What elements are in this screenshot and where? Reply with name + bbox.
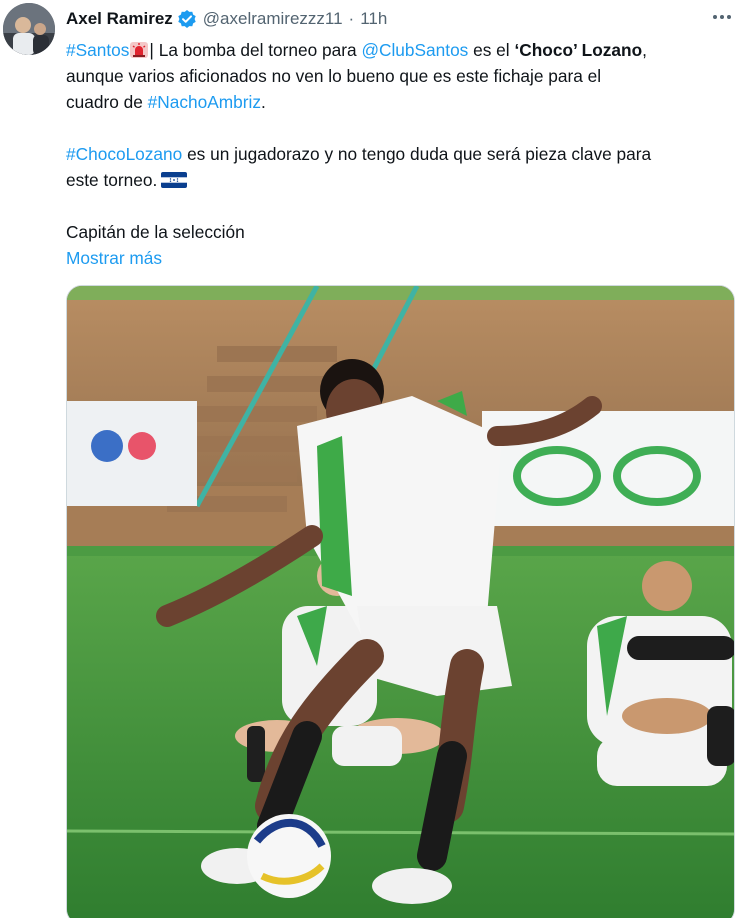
text-segment: , <box>642 40 647 60</box>
text-line-1: #Santos | La bomba del torneo para @ClubS… <box>66 37 738 63</box>
mention-clubsantos[interactable]: @ClubSantos <box>361 40 468 60</box>
meta-separator: · <box>348 9 355 28</box>
avatar[interactable] <box>3 3 55 55</box>
text-line-5: este torneo. <box>66 167 738 193</box>
text-segment: . <box>261 92 266 112</box>
text-line-3: cuadro de #NachoAmbriz. <box>66 89 738 115</box>
hashtag-santos[interactable]: #Santos <box>66 40 129 60</box>
verified-badge-icon <box>177 9 197 29</box>
football-training-photo <box>67 286 734 918</box>
tweet-header: Axel Ramirez @axelramirezzz11 · 11h <box>66 7 387 31</box>
text-segment: es el <box>468 40 515 60</box>
text-line-4: #ChocoLozano es un jugadorazo y no tengo… <box>66 141 738 167</box>
show-more-link[interactable]: Mostrar más <box>66 245 738 271</box>
tweet-time[interactable]: 11h <box>360 9 387 29</box>
hashtag-nachoambriz[interactable]: #NachoAmbriz <box>148 92 261 112</box>
text-segment: es un jugadorazo y no tengo duda que ser… <box>182 144 652 164</box>
text-segment: este torneo. <box>66 170 158 190</box>
tweet-photo[interactable] <box>66 285 735 918</box>
honduras-flag-icon <box>161 169 188 188</box>
text-line-6: Capitán de la selección <box>66 222 245 242</box>
author-name[interactable]: Axel Ramirez <box>66 9 173 29</box>
author-handle[interactable]: @axelramirezzz11 <box>203 9 343 29</box>
text-segment: | La bomba del torneo para <box>149 40 362 60</box>
text-line-2: aunque varios aficionados no ven lo buen… <box>66 66 602 86</box>
more-horizontal-icon[interactable] <box>711 6 733 28</box>
siren-emoji-icon <box>129 40 149 58</box>
text-bold-segment: ‘Choco’ Lozano <box>514 40 643 60</box>
hashtag-chocolozano[interactable]: #ChocoLozano <box>66 144 182 164</box>
text-segment: cuadro de <box>66 92 148 112</box>
tweet-text: #Santos | La bomba del torneo para @ClubS… <box>66 37 738 271</box>
